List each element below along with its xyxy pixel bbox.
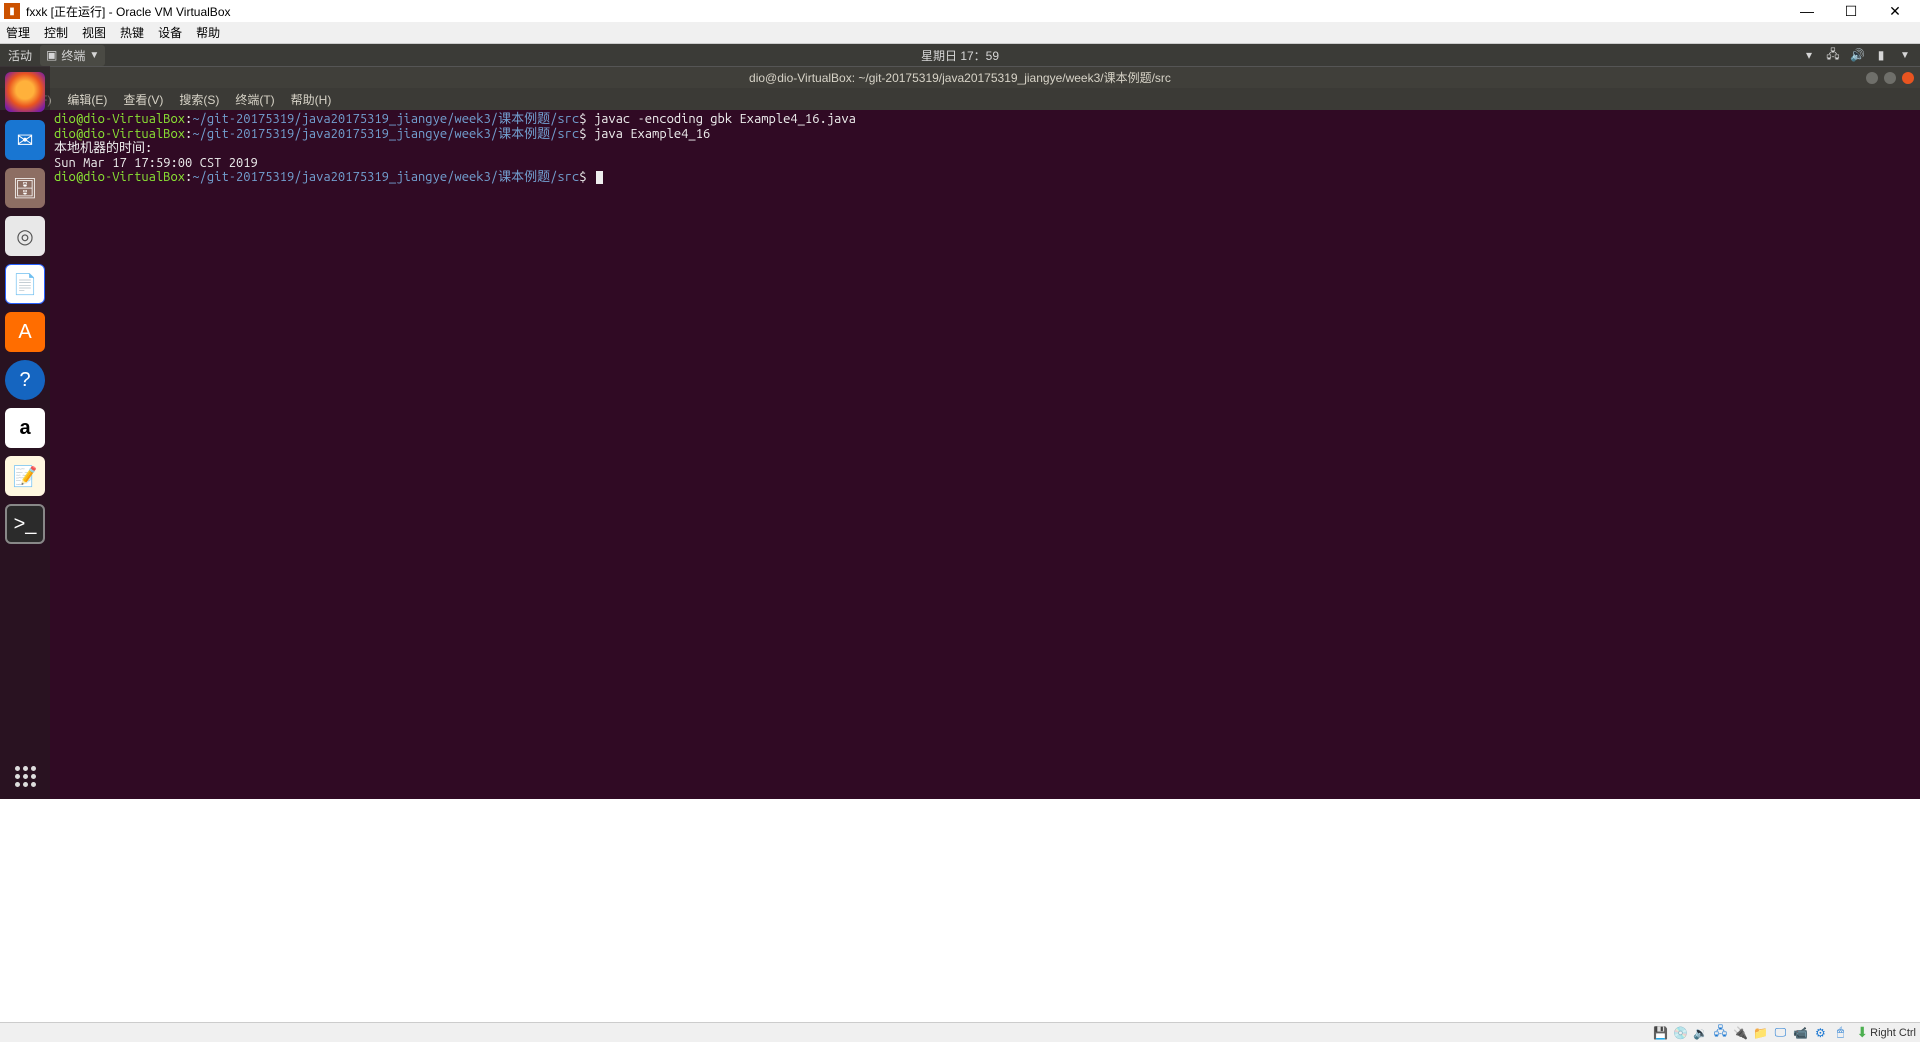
sb-audio-icon[interactable]: 🔉 (1692, 1025, 1708, 1041)
command-text: java Example4_16 (587, 127, 711, 141)
chevron-down-icon: ▼ (1898, 50, 1912, 61)
guest-display: 活动 ▣ 终端 ▼ 星期日 17：59 ▾ 🖧 🔊 ▮ ▼ dio@dio-Vi… (0, 44, 1920, 799)
gnome-topbar: 活动 ▣ 终端 ▼ 星期日 17：59 ▾ 🖧 🔊 ▮ ▼ (0, 44, 1920, 66)
dock-amazon-icon[interactable]: a (5, 408, 45, 448)
dock-files-icon[interactable]: 🗄 (5, 168, 45, 208)
command-text: javac -encoding gbk Example4_16.java (587, 112, 856, 126)
terminal-small-icon: ▣ (46, 48, 57, 62)
dock-thunderbird-icon[interactable]: ✉ (5, 120, 45, 160)
sb-shared-folder-icon[interactable]: 📁 (1752, 1025, 1768, 1041)
prompt-user: dio@dio-VirtualBox (54, 170, 185, 184)
prompt-user: dio@dio-VirtualBox (54, 112, 185, 126)
sb-display-icon[interactable]: 🖵 (1772, 1025, 1788, 1041)
battery-icon: ▮ (1874, 48, 1888, 62)
prompt-user: dio@dio-VirtualBox (54, 127, 185, 141)
hostkey-arrow-icon: ⬇ (1856, 1024, 1868, 1041)
prompt-path: ~/git-20175319/java20175319_jiangye/week… (192, 170, 498, 184)
terminal-output-area[interactable]: dio@dio-VirtualBox:~/git-20175319/java20… (50, 110, 1920, 799)
sb-harddisk-icon[interactable]: 💾 (1652, 1025, 1668, 1041)
topbar-clock[interactable]: 星期日 17：59 (921, 47, 999, 64)
hostkey-indicator[interactable]: ⬇ Right Ctrl (1856, 1024, 1916, 1041)
vbox-window-controls: — ☐ ✕ (1794, 3, 1908, 20)
terminal-titlebar: dio@dio-VirtualBox: ~/git-20175319/java2… (0, 66, 1920, 88)
maximize-button[interactable]: ☐ (1838, 3, 1864, 20)
term-menu-view[interactable]: 查看(V) (123, 91, 163, 108)
prompt-path: ~/git-20175319/java20175319_jiangye/week… (192, 127, 498, 141)
vbox-menu-input[interactable]: 热键 (120, 24, 144, 41)
dock-rhythmbox-icon[interactable]: ◎ (5, 216, 45, 256)
terminal-minimize-button[interactable] (1866, 72, 1878, 84)
topbar-status-area[interactable]: ▾ 🖧 🔊 ▮ ▼ (1802, 45, 1912, 66)
sb-cpu-icon[interactable]: ⚙ (1812, 1025, 1828, 1041)
terminal-window-controls (1866, 72, 1914, 84)
term-menu-help[interactable]: 帮助(H) (291, 91, 332, 108)
dock-firefox-icon[interactable] (5, 72, 45, 112)
vbox-menubar: 管理 控制 视图 热键 设备 帮助 (0, 22, 1920, 44)
terminal-maximize-button[interactable] (1884, 72, 1896, 84)
dock-help-icon[interactable]: ? (5, 360, 45, 400)
sb-recording-icon[interactable]: 📹 (1792, 1025, 1808, 1041)
dock-software-icon[interactable]: A (5, 312, 45, 352)
sb-mouse-icon[interactable]: 🖱 (1832, 1025, 1848, 1041)
dock-texteditor-icon[interactable]: 📝 (5, 456, 45, 496)
close-button[interactable]: ✕ (1882, 3, 1908, 20)
term-menu-terminal[interactable]: 终端(T) (235, 91, 274, 108)
volume-icon: 🔊 (1850, 48, 1864, 62)
dock-writer-icon[interactable]: 📄 (5, 264, 45, 304)
terminal-menubar: 文件(F) 编辑(E) 查看(V) 搜索(S) 终端(T) 帮助(H) (0, 88, 1920, 110)
vbox-window-title: fxxk [正在运行] - Oracle VM VirtualBox (26, 3, 1794, 20)
ubuntu-dock: ✉ 🗄 ◎ 📄 A ? a 📝 >_ (0, 66, 50, 799)
vbox-menu-control[interactable]: 控制 (44, 24, 68, 41)
activities-button[interactable]: 活动 (8, 47, 32, 64)
terminal-cursor (596, 171, 603, 184)
lan-icon: 🖧 (1826, 45, 1840, 66)
sb-network-icon[interactable]: 🖧 (1712, 1025, 1728, 1041)
virtualbox-icon: ▮ (4, 3, 20, 19)
empty-area (0, 799, 1920, 1022)
network-icon: ▾ (1802, 48, 1816, 62)
term-menu-edit[interactable]: 编辑(E) (67, 91, 107, 108)
sb-optical-icon[interactable]: 💿 (1672, 1025, 1688, 1041)
vbox-statusbar: 💾 💿 🔉 🖧 🔌 📁 🖵 📹 ⚙ 🖱 ⬇ Right Ctrl (0, 1022, 1920, 1042)
vbox-menu-devices[interactable]: 设备 (158, 24, 182, 41)
term-menu-search[interactable]: 搜索(S) (179, 91, 219, 108)
vbox-menu-view[interactable]: 视图 (82, 24, 106, 41)
vbox-titlebar: ▮ fxxk [正在运行] - Oracle VM VirtualBox — ☐… (0, 0, 1920, 22)
terminal-title: dio@dio-VirtualBox: ~/git-20175319/java2… (749, 69, 1171, 86)
vbox-menu-help[interactable]: 帮助 (196, 24, 220, 41)
minimize-button[interactable]: — (1794, 3, 1820, 20)
chevron-down-icon: ▼ (89, 50, 99, 61)
terminal-close-button[interactable] (1902, 72, 1914, 84)
topbar-app-menu[interactable]: ▣ 终端 ▼ (40, 45, 105, 66)
sb-usb-icon[interactable]: 🔌 (1732, 1025, 1748, 1041)
topbar-app-label: 终端 (61, 47, 85, 64)
vbox-menu-manage[interactable]: 管理 (6, 24, 30, 41)
prompt-path: ~/git-20175319/java20175319_jiangye/week… (192, 112, 498, 126)
program-output: Sun Mar 17 17:59:00 CST 2019 (54, 156, 258, 170)
hostkey-label: Right Ctrl (1870, 1027, 1916, 1039)
program-output: 本地机器的时间: (54, 141, 152, 155)
dock-terminal-icon[interactable]: >_ (5, 504, 45, 544)
show-applications-button[interactable] (15, 766, 36, 787)
